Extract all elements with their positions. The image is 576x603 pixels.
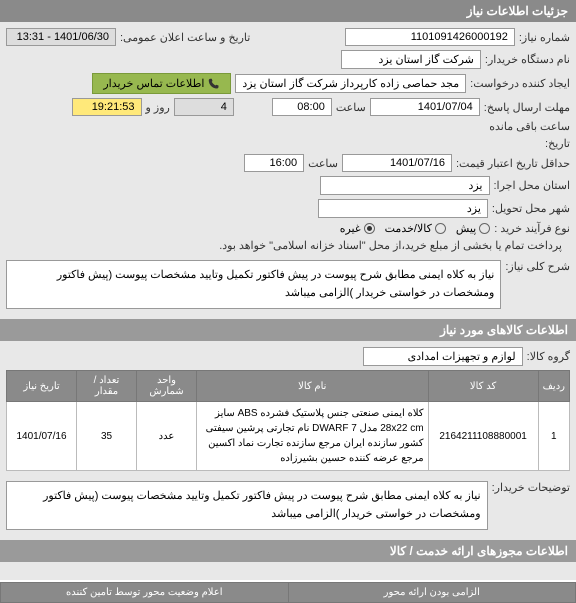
th-code: کد کالا <box>428 371 538 402</box>
label-day-and: روز و <box>146 101 170 114</box>
th-row: ردیف <box>538 371 569 402</box>
table-row: 1 2164211108880001 کلاه ایمنی صنعتی جنس … <box>7 402 570 471</box>
field-requester: مجد حماصی زاده کارپرداز شرکت گاز استان ی… <box>235 74 466 93</box>
contact-button-label: اطلاعات تماس خریدار <box>103 77 204 90</box>
goods-table: ردیف کد کالا نام کالا واحد شمارش تعداد /… <box>6 370 570 471</box>
label-time-remaining: ساعت باقی مانده <box>489 120 570 133</box>
label-exec-province: استان محل اجرا: <box>494 179 571 192</box>
label-hour-1: ساعت <box>336 101 366 114</box>
cell-date: 1401/07/16 <box>7 402 77 471</box>
th-unit: واحد شمارش <box>137 371 197 402</box>
cell-qty: 35 <box>77 402 137 471</box>
label-buyer-notes: توضیحات خریدار: <box>492 477 570 494</box>
label-need-number: شماره نیاز: <box>519 31 570 44</box>
label-announce-datetime: تاریخ و ساعت اعلان عمومی: <box>120 31 250 44</box>
label-process-type: نوع فرآیند خرید : <box>494 222 570 235</box>
field-remaining-days: 4 <box>174 98 234 116</box>
process-type-radio-group: پیش کالا/خدمت غیره <box>340 222 491 235</box>
label-deadline: مهلت ارسال پاسخ: <box>484 101 570 114</box>
goods-info-area: گروه کالا: لوازم و تجهیزات امدادی ردیف ک… <box>0 341 576 540</box>
field-need-number: 1101091426000192 <box>345 28 515 46</box>
radio-label-goods-service: کالا/خدمت <box>385 222 432 235</box>
radio-icon <box>435 223 446 234</box>
label-deliver-city: شهر محل تحویل: <box>492 202 570 215</box>
field-announce-datetime: 1401/06/30 - 13:31 <box>6 28 116 46</box>
label-credit-expire: حداقل تاریخ اعتبار قیمت: <box>456 157 570 170</box>
label-org-name: نام دستگاه خریدار: <box>485 53 570 66</box>
cell-name: کلاه ایمنی صنعتی جنس پلاستیک فشرده ABS س… <box>197 402 429 471</box>
buyer-notes-box: نیاز به کلاه ایمنی مطابق شرح پیوست در پی… <box>6 481 488 530</box>
radio-option-other[interactable]: غیره <box>340 222 375 235</box>
field-goods-group: لوازم و تجهیزات امدادی <box>363 347 523 366</box>
field-exec-province: یزد <box>320 176 490 195</box>
radio-icon-checked <box>364 223 375 234</box>
th-name: نام کالا <box>197 371 429 402</box>
th-qty: تعداد / مقدار <box>77 371 137 402</box>
radio-label-other: غیره <box>340 222 361 235</box>
contact-buyer-button[interactable]: اطلاعات تماس خریدار <box>92 73 231 94</box>
section-header-need-details: جزئیات اطلاعات نیاز <box>0 0 576 22</box>
phone-icon <box>208 78 220 90</box>
field-credit-date: 1401/07/16 <box>342 154 452 172</box>
cell-unit: عدد <box>137 402 197 471</box>
label-requester: ایجاد کننده درخواست: <box>470 77 570 90</box>
label-goods-group: گروه کالا: <box>527 350 570 363</box>
th-axis-status: اعلام وضعیت محور توسط تامین کننده <box>1 583 289 603</box>
radio-label-predict: پیش <box>456 222 476 235</box>
permits-empty-area <box>0 562 576 580</box>
process-note: پرداخت تمام یا بخشی از مبلع خرید،از محل … <box>219 239 562 252</box>
section-header-goods-info: اطلاعات کالاهای مورد نیاز <box>0 319 576 341</box>
field-deadline-time: 08:00 <box>272 98 332 116</box>
cell-row: 1 <box>538 402 569 471</box>
th-date: تاریخ نیاز <box>7 371 77 402</box>
field-remaining-time: 19:21:53 <box>72 98 142 116</box>
cell-code: 2164211108880001 <box>428 402 538 471</box>
radio-icon <box>479 223 490 234</box>
field-credit-time: 16:00 <box>244 154 304 172</box>
label-hour-2: ساعت <box>308 157 338 170</box>
field-deadline-date: 1401/07/04 <box>370 98 480 116</box>
footer-table: الزامی بودن ارائه محور اعلام وضعیت محور … <box>0 582 576 603</box>
field-org-name: شرکت گاز استان یزد <box>341 50 481 69</box>
need-desc-box: نیاز به کلاه ایمنی مطابق شرح پیوست در پی… <box>6 260 501 309</box>
radio-option-goods-service[interactable]: کالا/خدمت <box>385 222 446 235</box>
label-date: تاریخ: <box>545 137 570 150</box>
label-need-desc: شرح کلی نیاز: <box>505 256 570 273</box>
field-deliver-city: یزد <box>318 199 488 218</box>
need-details-form: شماره نیاز: 1101091426000192 تاریخ و ساع… <box>0 22 576 319</box>
radio-option-predict[interactable]: پیش <box>456 222 490 235</box>
section-header-service-permits: اطلاعات مجوزهای ارائه خدمت / کالا <box>0 540 576 562</box>
th-mandatory-axis: الزامی بودن ارائه محور <box>288 583 576 603</box>
